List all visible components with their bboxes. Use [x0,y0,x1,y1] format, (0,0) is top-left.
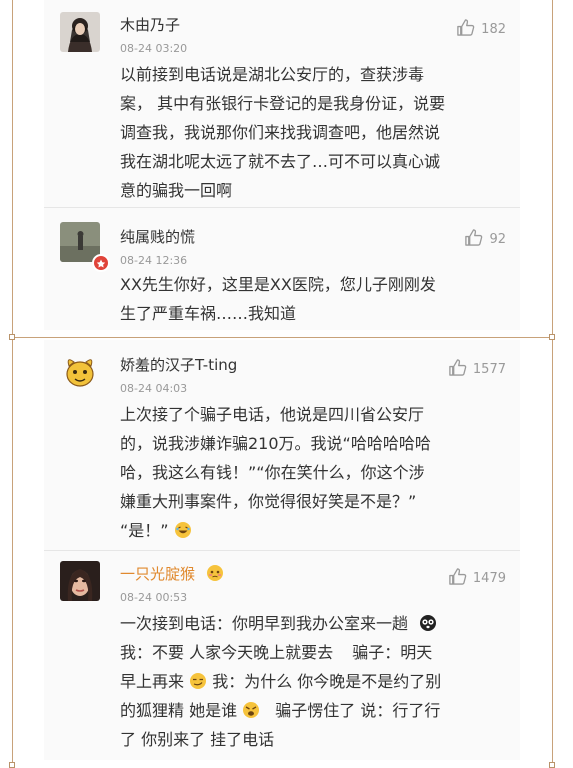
comment-line: 的，说我涉嫌诈骗210万。我说“哈哈哈哈哈 [120,434,431,453]
comment-line: 哈，我这么有钱！”“你在笑什么，你这个涉 [120,463,425,482]
username[interactable]: 木由乃子 [120,14,180,35]
comment-line: 上次接了个骗子电话，他说是四川省公安厅 [120,405,425,424]
like-count: 182 [481,22,506,37]
like-count: 92 [489,232,506,247]
comment-line-text: 我：为什么 你今晚是不是约了别 [212,672,442,691]
comment-line: 我：不要 人家今天晚上就要去 骗子：明天 [120,638,506,667]
comment-time: 08-24 04:03 [120,382,188,395]
avatar[interactable] [60,12,100,52]
comment-line-text: 一次接到电话：你明早到我办公室来一趟 [120,614,409,633]
comment-line: XX先生你好，这里是XX医院，您儿子刚刚发 [120,275,436,294]
verified-badge-icon [92,254,110,272]
comment-line: 的狐狸精 她是谁 骗子愣住了 说：行了行 [120,696,506,725]
comment-line: 一次接到电话：你明早到我办公室来一趟 [120,609,506,638]
comment-item: 娇羞的汉子T-ting 08-24 04:03 1577 上次接了个骗子电话，他… [44,340,520,548]
frame-right-border [552,0,553,768]
like-button[interactable]: 182 [456,18,506,41]
angry-emoji-icon [242,699,260,718]
comment-item: 木由乃子 08-24 03:20 182 以前接到电话说是湖北公安厅的，查获涉毒… [44,0,520,205]
smirk-emoji-icon [189,670,207,689]
like-count: 1577 [472,362,506,377]
thumbs-up-icon [448,567,467,590]
frame-corner-handle [9,762,15,768]
laughing-emoji-icon [174,519,192,538]
frame-left-border [12,0,13,768]
comment-time: 08-24 03:20 [120,42,188,55]
comment-text: 上次接了个骗子电话，他说是四川省公安厅 的，说我涉嫌诈骗210万。我说“哈哈哈哈… [120,400,506,545]
comment-line: 我在湖北呢太远了就不去了…可不可以真心诚 [120,152,441,171]
frame-corner-handle [549,762,555,768]
thumbs-up-icon [464,228,483,251]
comment-time: 08-24 00:53 [120,591,188,604]
scared-emoji-icon [419,612,437,631]
like-count: 1479 [472,571,506,586]
avatar[interactable] [60,352,100,392]
comment-line-text: 的狐狸精 她是谁 [120,701,238,720]
comment-item: 纯属贱的慌 08-24 12:36 92 XX先生你好，这里是XX医院，您儿子刚… [44,208,520,330]
thumbs-up-icon [448,358,467,381]
avatar[interactable] [60,561,100,601]
comment-line: 意的骗我一回啊 [120,181,233,200]
comment-item: 一只光腚猴 08-24 00:53 1479 一次接到电话：你明早到我办公室来一… [44,551,520,760]
frame-corner-handle [9,334,15,340]
comment-line: 了 你别来了 挂了电话 [120,730,275,749]
username-text: 一只光腚猴 [120,565,196,583]
frame-divider-line [12,337,553,338]
frame-corner-handle [549,334,555,340]
comment-line-text: 骗子愣住了 说：行了行 [275,701,441,720]
comment-line-text: 骗子：明天 [352,643,433,662]
like-button[interactable]: 1479 [448,567,506,590]
like-button[interactable]: 1577 [448,358,506,381]
comment-line: 以前接到电话说是湖北公安厅的，查获涉毒 [120,65,425,84]
embarrassed-emoji-icon [206,564,224,582]
comment-line: “是！” [120,516,506,545]
username[interactable]: 一只光腚猴 [120,563,224,584]
comment-line-text: 我：不要 人家今天晚上就要去 [120,643,334,662]
username[interactable]: 纯属贱的慌 [120,226,195,247]
comment-line: 案， 其中有张银行卡登记的是我身份证，说要 [120,94,446,113]
comment-line: 早上再来 我：为什么 你今晚是不是约了别 [120,667,506,696]
comment-line-text: “是！” [120,521,169,540]
comment-text: 一次接到电话：你明早到我办公室来一趟 我：不要 人家今天晚上就要去 骗子：明天 … [120,609,506,754]
comment-text: XX先生你好，这里是XX医院，您儿子刚刚发 生了严重车祸……我知道 [120,270,506,328]
comment-text: 以前接到电话说是湖北公安厅的，查获涉毒 案， 其中有张银行卡登记的是我身份证，说… [120,60,506,205]
comment-line: 生了严重车祸……我知道 [120,304,297,323]
like-button[interactable]: 92 [464,228,506,251]
comment-line: 调查我，我说那你们来找我调查吧，他居然说 [120,123,441,142]
comment-panel-top: 木由乃子 08-24 03:20 182 以前接到电话说是湖北公安厅的，查获涉毒… [44,0,520,330]
comment-panel-bottom: 娇羞的汉子T-ting 08-24 04:03 1577 上次接了个骗子电话，他… [44,340,520,760]
comment-time: 08-24 12:36 [120,254,188,267]
comment-line: 嫌重大刑事案件，你觉得很好笑是不是？” [120,492,417,511]
thumbs-up-icon [456,18,475,41]
username[interactable]: 娇羞的汉子T-ting [120,354,237,375]
comment-line-text: 早上再来 [120,672,185,691]
